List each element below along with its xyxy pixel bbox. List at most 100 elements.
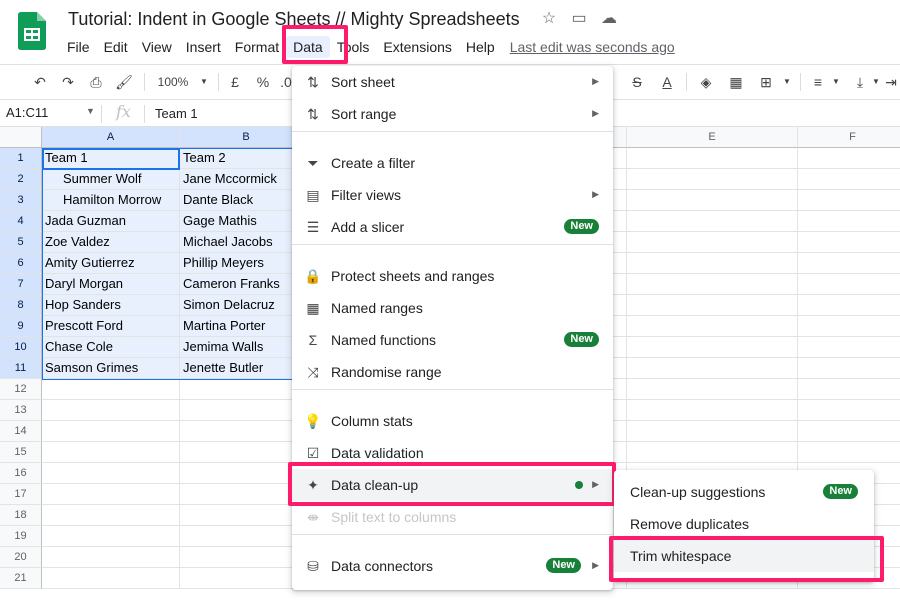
menu-item-data-connectors[interactable]: ⛁ Data connectors New ▶ <box>292 550 613 582</box>
menu-item-sort-sheet[interactable]: ⇅ Sort sheet ▶ <box>292 66 613 98</box>
row-header-12[interactable]: 12 <box>0 379 42 400</box>
align-chevron-down-icon[interactable]: ▼ <box>830 65 842 99</box>
cell-e8[interactable] <box>627 295 798 316</box>
row-header-2[interactable]: 2 <box>0 169 42 190</box>
cell-a4[interactable]: Jada Guzman <box>42 211 180 232</box>
row-header-14[interactable]: 14 <box>0 421 42 442</box>
cell-f6[interactable] <box>798 253 900 274</box>
menu-file[interactable]: File <box>60 36 97 58</box>
row-header-13[interactable]: 13 <box>0 400 42 421</box>
cell-a13[interactable] <box>42 400 180 421</box>
cell-f2[interactable] <box>798 169 900 190</box>
cell-f14[interactable] <box>798 421 900 442</box>
move-to-folder-icon[interactable]: ▭ <box>570 10 588 28</box>
merge-chevron-down-icon[interactable]: ▼ <box>780 65 794 99</box>
menu-data[interactable]: Data <box>286 36 330 58</box>
cell-e1[interactable] <box>627 148 798 169</box>
row-header-11[interactable]: 11 <box>0 358 42 379</box>
document-title[interactable]: Tutorial: Indent in Google Sheets // Mig… <box>68 9 520 30</box>
cell-f9[interactable] <box>798 316 900 337</box>
cell-a18[interactable] <box>42 505 180 526</box>
valign-chevron-down-icon[interactable]: ▼ <box>870 65 882 99</box>
row-header-16[interactable]: 16 <box>0 463 42 484</box>
row-header-20[interactable]: 20 <box>0 547 42 568</box>
zoom-select[interactable]: 100% <box>152 65 194 99</box>
cell-e12[interactable] <box>627 379 798 400</box>
cell-e3[interactable] <box>627 190 798 211</box>
menu-item-randomise-range[interactable]: ⤨ Randomise range <box>292 356 613 388</box>
cell-f5[interactable] <box>798 232 900 253</box>
menu-item-data-clean-up[interactable]: ✦ Data clean-up ▶ <box>292 469 613 501</box>
borders-icon[interactable]: ▦ <box>726 65 746 99</box>
cell-e14[interactable] <box>627 421 798 442</box>
menu-view[interactable]: View <box>135 36 179 58</box>
row-header-6[interactable]: 6 <box>0 253 42 274</box>
cell-e15[interactable] <box>627 442 798 463</box>
text-wrap-icon[interactable]: ⇥ <box>884 65 898 99</box>
menu-help[interactable]: Help <box>459 36 502 58</box>
row-header-5[interactable]: 5 <box>0 232 42 253</box>
cell-e6[interactable] <box>627 253 798 274</box>
cell-f12[interactable] <box>798 379 900 400</box>
menu-item-filter-views[interactable]: ▤ Filter views ▶ <box>292 179 613 211</box>
submenu-item-clean-up-suggestions[interactable]: Clean-up suggestions New <box>614 476 874 508</box>
menu-item-named-functions[interactable]: Σ Named functions New <box>292 324 613 356</box>
menu-insert[interactable]: Insert <box>179 36 228 58</box>
cell-a10[interactable]: Chase Cole <box>42 337 180 358</box>
cell-f1[interactable] <box>798 148 900 169</box>
row-header-3[interactable]: 3 <box>0 190 42 211</box>
submenu-item-trim-whitespace[interactable]: Trim whitespace <box>614 540 874 572</box>
cell-a3[interactable]: Hamilton Morrow <box>42 190 180 211</box>
redo-icon[interactable]: ↷ <box>58 65 78 99</box>
cell-a1[interactable]: Team 1 <box>42 148 180 169</box>
name-box-chevron-down-icon[interactable]: ▼ <box>86 106 95 116</box>
menu-item-sort-range[interactable]: ⇅ Sort range ▶ <box>292 98 613 130</box>
cloud-status-icon[interactable]: ☁ <box>600 10 618 28</box>
cell-f10[interactable] <box>798 337 900 358</box>
menu-item-protect-sheets-and-ranges[interactable]: 🔒 Protect sheets and ranges <box>292 260 613 292</box>
cell-a2[interactable]: Summer Wolf <box>42 169 180 190</box>
column-header-a[interactable]: A <box>42 127 180 148</box>
menu-item-create-a-filter[interactable]: ⏷ Create a filter <box>292 147 613 179</box>
cell-a5[interactable]: Zoe Valdez <box>42 232 180 253</box>
column-header-f[interactable]: F <box>798 127 900 148</box>
menu-format[interactable]: Format <box>228 36 286 58</box>
row-header-19[interactable]: 19 <box>0 526 42 547</box>
merge-cells-icon[interactable]: ⊞ <box>756 65 776 99</box>
text-color-icon[interactable]: A <box>656 65 678 99</box>
fill-color-icon[interactable]: ◈ <box>696 65 716 99</box>
cell-f4[interactable] <box>798 211 900 232</box>
row-header-1[interactable]: 1 <box>0 148 42 169</box>
paint-format-icon[interactable]: 🖌 <box>114 65 134 99</box>
menu-edit[interactable]: Edit <box>97 36 135 58</box>
star-icon[interactable]: ☆ <box>540 10 558 28</box>
row-header-15[interactable]: 15 <box>0 442 42 463</box>
cell-f13[interactable] <box>798 400 900 421</box>
cell-a19[interactable] <box>42 526 180 547</box>
cell-a9[interactable]: Prescott Ford <box>42 316 180 337</box>
sheets-logo-icon[interactable] <box>18 12 46 50</box>
strikethrough-icon[interactable]: S <box>627 65 647 99</box>
cell-a6[interactable]: Amity Gutierrez <box>42 253 180 274</box>
vertical-align-icon[interactable]: ⤓ <box>850 65 870 99</box>
decimal-format-button[interactable]: .0 <box>280 65 292 99</box>
cell-a8[interactable]: Hop Sanders <box>42 295 180 316</box>
row-header-9[interactable]: 9 <box>0 316 42 337</box>
row-header-17[interactable]: 17 <box>0 484 42 505</box>
zoom-chevron-down-icon[interactable]: ▼ <box>198 65 210 99</box>
currency-format-button[interactable]: £ <box>226 65 244 99</box>
cell-e13[interactable] <box>627 400 798 421</box>
undo-icon[interactable]: ↶ <box>30 65 50 99</box>
cell-a16[interactable] <box>42 463 180 484</box>
formula-input[interactable]: Team 1 <box>155 106 198 121</box>
cell-a17[interactable] <box>42 484 180 505</box>
cell-e4[interactable] <box>627 211 798 232</box>
name-box[interactable]: A1:C11 <box>6 105 48 120</box>
cell-e10[interactable] <box>627 337 798 358</box>
menu-item-named-ranges[interactable]: ▦ Named ranges <box>292 292 613 324</box>
cell-f7[interactable] <box>798 274 900 295</box>
row-header-7[interactable]: 7 <box>0 274 42 295</box>
cell-e11[interactable] <box>627 358 798 379</box>
cell-a7[interactable]: Daryl Morgan <box>42 274 180 295</box>
cell-a21[interactable] <box>42 568 180 589</box>
